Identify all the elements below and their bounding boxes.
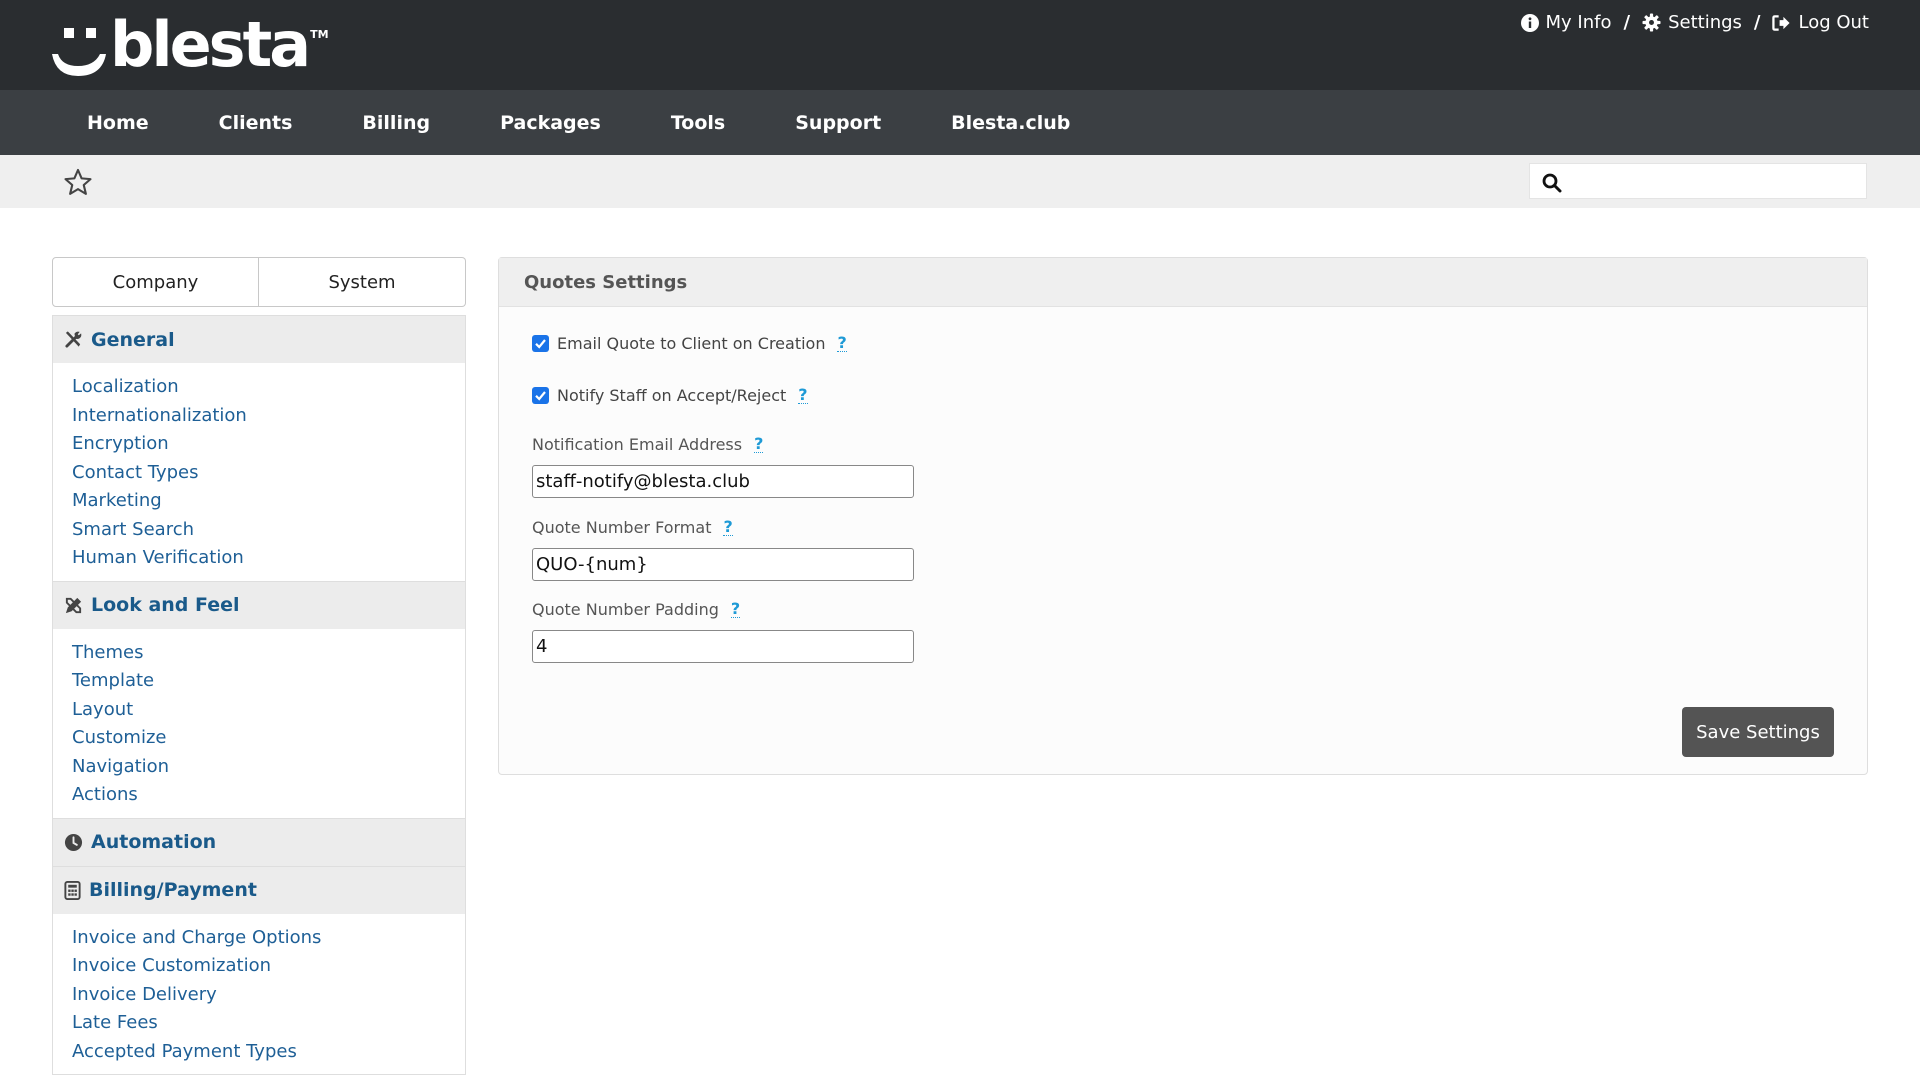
link-invoice-delivery[interactable]: Invoice Delivery xyxy=(72,981,465,1010)
general-links: Localization Internationalization Encryp… xyxy=(53,363,465,581)
notify-email-label-row: Notification Email Address ? xyxy=(532,435,764,454)
link-actions[interactable]: Actions xyxy=(72,781,465,810)
search-icon xyxy=(1542,173,1562,193)
link-accepted-payment-types[interactable]: Accepted Payment Types xyxy=(72,1038,465,1067)
number-padding-label: Quote Number Padding xyxy=(532,600,719,619)
star-icon[interactable] xyxy=(63,168,93,201)
section-general-label: General xyxy=(91,328,175,351)
section-billing-label: Billing/Payment xyxy=(89,879,257,901)
link-themes[interactable]: Themes xyxy=(72,639,465,668)
separator: / xyxy=(1623,12,1631,33)
save-settings-button[interactable]: Save Settings xyxy=(1682,707,1834,757)
logout-label: Log Out xyxy=(1798,12,1869,33)
link-contact-types[interactable]: Contact Types xyxy=(72,459,465,488)
main-nav: Home Clients Billing Packages Tools Supp… xyxy=(0,90,1920,155)
design-tools-icon xyxy=(65,597,82,613)
number-padding-label-row: Quote Number Padding ? xyxy=(532,600,741,619)
nav-blesta-club[interactable]: Blesta.club xyxy=(916,112,1105,134)
account-links: My Info / Settings / Log Out xyxy=(1520,12,1869,33)
clock-icon xyxy=(64,833,83,851)
checkmark-icon xyxy=(535,339,546,349)
info-icon xyxy=(1520,13,1539,32)
logout-link[interactable]: Log Out xyxy=(1772,12,1869,33)
number-format-label: Quote Number Format xyxy=(532,518,712,537)
calculator-icon xyxy=(64,880,81,900)
notify-email-input[interactable] xyxy=(532,465,914,498)
link-navigation[interactable]: Navigation xyxy=(72,753,465,782)
help-notify-email[interactable]: ? xyxy=(754,436,764,453)
help-number-format[interactable]: ? xyxy=(723,519,733,536)
link-late-fees[interactable]: Late Fees xyxy=(72,1009,465,1038)
nav-home[interactable]: Home xyxy=(52,112,184,134)
billing-links: Invoice and Charge Options Invoice Custo… xyxy=(53,913,465,1074)
help-notify-staff[interactable]: ? xyxy=(798,387,808,404)
link-layout[interactable]: Layout xyxy=(72,696,465,725)
link-template[interactable]: Template xyxy=(72,667,465,696)
settings-sidebar: Company System General Localization Inte… xyxy=(52,257,466,1075)
link-human-verification[interactable]: Human Verification xyxy=(72,544,465,573)
link-smart-search[interactable]: Smart Search xyxy=(72,516,465,545)
checkmark-icon xyxy=(535,391,546,401)
blesta-logo[interactable]: blesta TM xyxy=(50,14,329,76)
section-general[interactable]: General xyxy=(53,315,465,363)
my-info-link[interactable]: My Info xyxy=(1520,12,1612,33)
link-invoice-charge-options[interactable]: Invoice and Charge Options xyxy=(72,924,465,953)
settings-menu: General Localization Internationalizatio… xyxy=(52,315,466,1075)
number-format-label-row: Quote Number Format ? xyxy=(532,518,733,537)
nav-billing[interactable]: Billing xyxy=(327,112,465,134)
sub-bar xyxy=(0,155,1920,208)
settings-tabs: Company System xyxy=(52,257,466,307)
number-format-input[interactable] xyxy=(532,548,914,581)
search-input[interactable] xyxy=(1570,167,1859,197)
section-look-label: Look and Feel xyxy=(91,594,240,616)
logo-trademark: TM xyxy=(310,28,329,41)
email-quote-row: Email Quote to Client on Creation ? xyxy=(532,334,847,353)
settings-link[interactable]: Settings xyxy=(1642,12,1742,33)
link-invoice-customization[interactable]: Invoice Customization xyxy=(72,952,465,981)
logo-text: blesta xyxy=(110,8,311,81)
email-quote-label: Email Quote to Client on Creation xyxy=(557,334,826,353)
help-email-quote[interactable]: ? xyxy=(837,335,847,352)
top-bar: blesta TM My Info / Settings / Log Out xyxy=(0,0,1920,90)
section-look-and-feel[interactable]: Look and Feel xyxy=(53,580,465,629)
separator: / xyxy=(1753,12,1761,33)
tab-system[interactable]: System xyxy=(259,257,466,307)
notify-email-label: Notification Email Address xyxy=(532,435,743,454)
my-info-label: My Info xyxy=(1545,12,1612,33)
logo-smile-icon xyxy=(50,26,108,76)
nav-tools[interactable]: Tools xyxy=(636,112,760,134)
nav-packages[interactable]: Packages xyxy=(465,112,636,134)
panel-title: Quotes Settings xyxy=(499,258,1867,307)
link-customize[interactable]: Customize xyxy=(72,724,465,753)
email-quote-checkbox[interactable] xyxy=(532,335,549,352)
quotes-settings-panel: Quotes Settings Email Quote to Client on… xyxy=(498,257,1868,775)
notify-staff-label: Notify Staff on Accept/Reject xyxy=(557,386,787,405)
section-automation-label: Automation xyxy=(91,831,217,853)
link-marketing[interactable]: Marketing xyxy=(72,487,465,516)
link-localization[interactable]: Localization xyxy=(72,373,465,402)
section-billing-payment[interactable]: Billing/Payment xyxy=(53,865,465,914)
link-encryption[interactable]: Encryption xyxy=(72,430,465,459)
gear-icon xyxy=(1642,13,1661,32)
settings-label: Settings xyxy=(1668,12,1742,33)
help-number-padding[interactable]: ? xyxy=(730,601,741,618)
nav-clients[interactable]: Clients xyxy=(184,112,328,134)
section-automation[interactable]: Automation xyxy=(53,817,465,866)
link-internationalization[interactable]: Internationalization xyxy=(72,402,465,431)
notify-staff-checkbox[interactable] xyxy=(532,387,549,404)
nav-support[interactable]: Support xyxy=(760,112,916,134)
tools-icon xyxy=(65,331,82,348)
notify-staff-row: Notify Staff on Accept/Reject ? xyxy=(532,386,808,405)
tab-company[interactable]: Company xyxy=(52,257,259,307)
look-links: Themes Template Layout Customize Navigat… xyxy=(53,628,465,818)
logout-icon xyxy=(1772,14,1791,31)
number-padding-input[interactable] xyxy=(532,630,914,663)
search-box xyxy=(1529,163,1867,199)
